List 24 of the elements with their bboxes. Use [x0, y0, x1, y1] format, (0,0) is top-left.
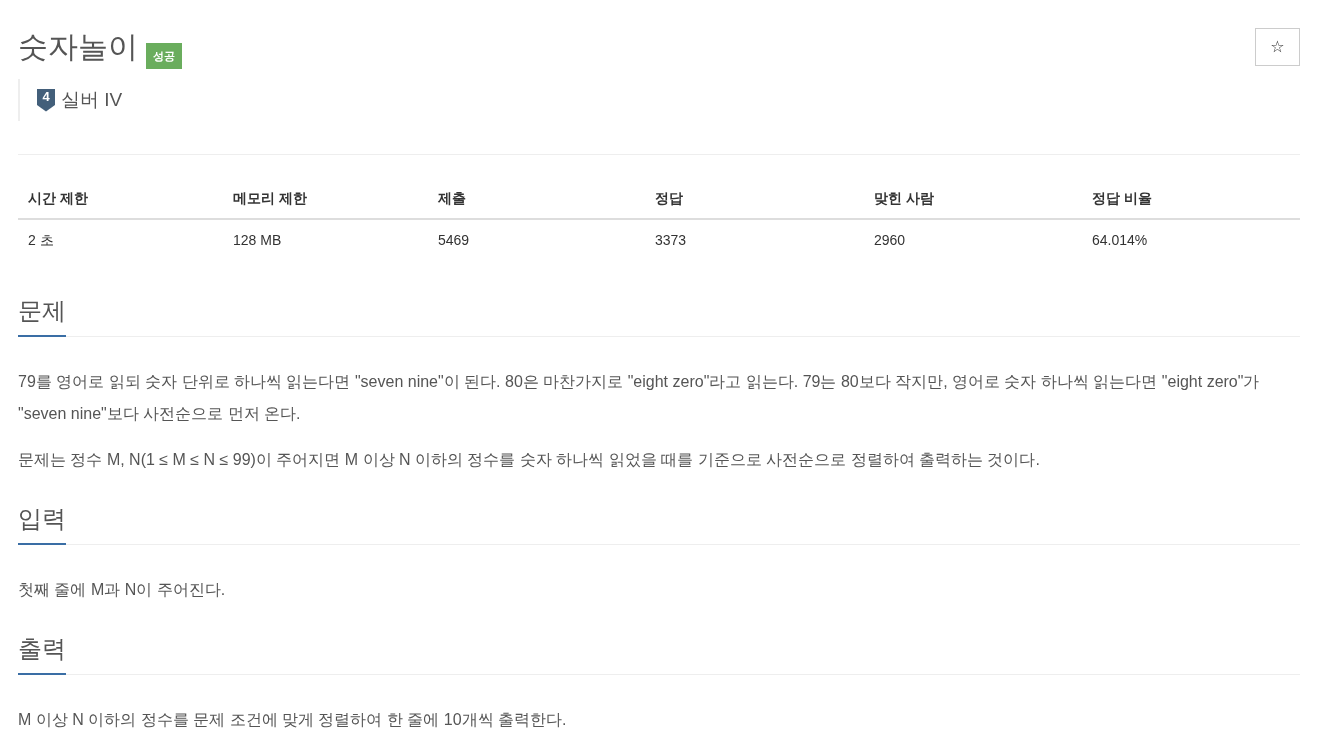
section-paragraph: 79를 영어로 읽되 숫자 단위로 하나씩 읽는다면 "seven nine"이 된다. 80은 마찬가지로 "eight zero"라고 읽는다. 79는 80보다 작지만, 영어로 숫자 하나씩 읽는다면 "eight zero"가 "seven nine"보다 사전순으로 먼저 온다. [18, 372, 1261, 424]
star-button[interactable]: ☆ [1255, 28, 1300, 66]
section-paragraph: 첫째 줄에 M과 N이 주어진다. [18, 580, 227, 600]
column-header: 시간 제한 [18, 178, 223, 220]
section-paragraph: M 이상 N 이하의 정수를 문제 조건에 맞게 정렬하여 한 줄에 10개씩 출력한다. [18, 710, 568, 730]
column-header: 정답 비율 [1082, 178, 1300, 220]
table-cell-text: 128 MB [232, 231, 283, 250]
column-header: 맞힌 사람 [864, 178, 1082, 220]
result-badge: 성공 [146, 43, 182, 69]
table-cell-text: 64.014% [1091, 231, 1149, 250]
tier-badge: 4 [37, 88, 55, 112]
column-header: 제출 [428, 178, 645, 220]
section-heading: 입력 [18, 504, 66, 545]
section-heading: 문제 [18, 296, 66, 337]
column-header: 정답 [645, 178, 864, 220]
table-cell-text: 2960 [873, 231, 907, 250]
section-paragraph: 문제는 정수 M, N(1 ≤ M ≤ N ≤ 99)이 주어지면 M 이상 N 이하의 정수를 숫자 하나씩 읽었을 때를 기준으로 사전순으로 정렬하여 출력하는 것이다. [18, 450, 1041, 470]
column-header: 메모리 제한 [223, 178, 428, 220]
tier-name: 실버 IV [61, 88, 123, 112]
table-cell-text: 5469 [437, 231, 471, 250]
table-cell-text: 3373 [654, 231, 688, 250]
table-cell-text: 2 초 [27, 231, 55, 250]
problem-title: 숫자놀이 [18, 29, 138, 65]
section-heading: 출력 [18, 634, 66, 675]
